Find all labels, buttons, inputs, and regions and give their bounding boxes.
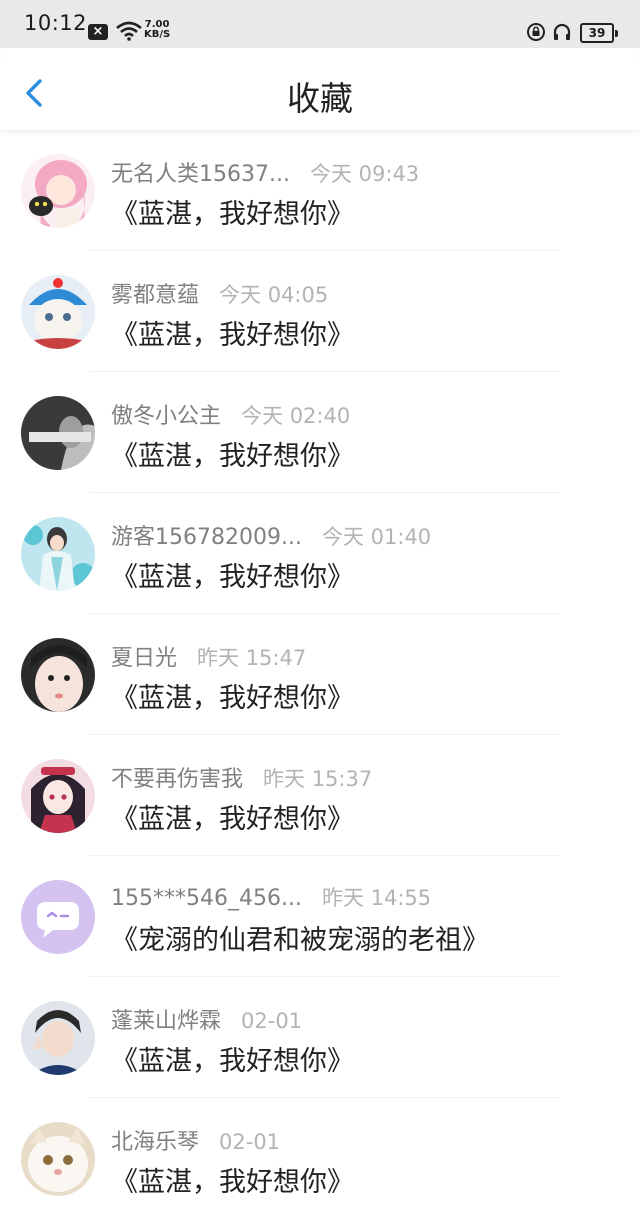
avatar[interactable] (21, 154, 95, 228)
rotation-lock-icon (527, 23, 545, 41)
timestamp: 昨天 15:47 (197, 646, 307, 670)
user-name: 不要再伤害我 (111, 767, 244, 792)
user-name: 雾都意蕴 (111, 283, 200, 308)
white-cat-avatar-icon (21, 1122, 95, 1196)
avatar[interactable] (21, 396, 95, 470)
notification-icon: × (88, 24, 108, 40)
story-title[interactable]: 《蓝湛，我好想你》 (111, 1160, 354, 1199)
user-name: 游客156782009... (111, 525, 302, 550)
battery-icon: 39 (580, 23, 618, 43)
user-name: 蓬莱山烨霖 (111, 1009, 222, 1034)
user-name: 155***546_456... (111, 886, 302, 911)
page-title: 收藏 (287, 79, 353, 118)
avatar[interactable] (21, 638, 95, 712)
story-title[interactable]: 《蓝湛，我好想你》 (111, 1039, 354, 1078)
costume-avatar-icon (21, 517, 95, 591)
girl-portrait-avatar-icon (21, 638, 95, 712)
anime-girl-avatar-icon (21, 154, 95, 228)
timestamp: 昨天 15:37 (263, 767, 373, 791)
story-title[interactable]: 《蓝湛，我好想你》 (111, 434, 354, 473)
story-title[interactable]: 《蓝湛，我好想你》 (111, 797, 354, 836)
list-item[interactable]: 雾都意蕴 今天 04:05 《蓝湛，我好想你》 (0, 251, 640, 372)
list-item[interactable]: 155***546_456... 昨天 14:55 《宠溺的仙君和被宠溺的老祖》 (0, 856, 640, 977)
avatar[interactable] (21, 1122, 95, 1196)
avatar[interactable] (21, 517, 95, 591)
story-title[interactable]: 《蓝湛，我好想你》 (111, 555, 354, 594)
status-time: 10:12 (24, 11, 88, 35)
list-item[interactable]: 游客156782009... 今天 01:40 《蓝湛，我好想你》 (0, 493, 640, 614)
status-bar: 10:12 × 7.00 KB/S 39 (0, 0, 640, 48)
story-title[interactable]: 《蓝湛，我好想你》 (111, 676, 354, 715)
avatar[interactable] (21, 880, 95, 954)
story-title[interactable]: 《宠溺的仙君和被宠溺的老祖》 (111, 918, 489, 957)
story-title[interactable]: 《蓝湛，我好想你》 (111, 192, 354, 231)
timestamp: 今天 04:05 (219, 283, 329, 307)
user-name: 无名人类15637... (111, 162, 290, 187)
story-title[interactable]: 《蓝湛，我好想你》 (111, 313, 354, 352)
list-item[interactable]: 夏日光 昨天 15:47 《蓝湛，我好想你》 (0, 614, 640, 735)
avatar[interactable] (21, 759, 95, 833)
title-bar: 收藏 (0, 48, 640, 130)
timestamp: 今天 09:43 (309, 162, 420, 186)
headphones-icon (553, 23, 571, 40)
wifi-icon (116, 21, 142, 41)
favorites-list: 无名人类15637... 今天 09:43 《蓝湛，我好想你》 雾都意蕴 今天 04… (0, 130, 640, 1219)
anime-girl-dark-hair-avatar-icon (21, 759, 95, 833)
network-speed: 7.00 KB/S (144, 20, 170, 40)
list-item[interactable]: 傲冬小公主 今天 02:40 《蓝湛，我好想你》 (0, 372, 640, 493)
user-name: 北海乐琴 (111, 1130, 200, 1155)
boy-avatar-icon (21, 1001, 95, 1075)
timestamp: 今天 01:40 (321, 525, 432, 549)
network-speed-unit: KB/S (144, 29, 171, 40)
grayscale-photo-avatar-icon (21, 396, 95, 470)
list-item[interactable]: 蓬莱山烨霖 02-01 《蓝湛，我好想你》 (0, 977, 640, 1098)
list-item[interactable]: 不要再伤害我 昨天 15:37 《蓝湛，我好想你》 (0, 735, 640, 856)
timestamp: 02-01 (241, 1009, 303, 1033)
chat-bubble-avatar-icon (21, 880, 95, 954)
timestamp: 今天 02:40 (241, 404, 351, 428)
user-name: 夏日光 (111, 646, 178, 671)
avatar[interactable] (21, 1001, 95, 1075)
list-item[interactable]: 无名人类15637... 今天 09:43 《蓝湛，我好想你》 (0, 130, 640, 251)
timestamp: 02-01 (219, 1130, 281, 1154)
avatar[interactable] (21, 275, 95, 349)
user-name: 傲冬小公主 (111, 404, 222, 429)
list-item[interactable]: 北海乐琴 02-01 《蓝湛，我好想你》 (0, 1098, 640, 1219)
timestamp: 昨天 14:55 (321, 886, 432, 910)
cat-avatar-icon (21, 275, 95, 349)
